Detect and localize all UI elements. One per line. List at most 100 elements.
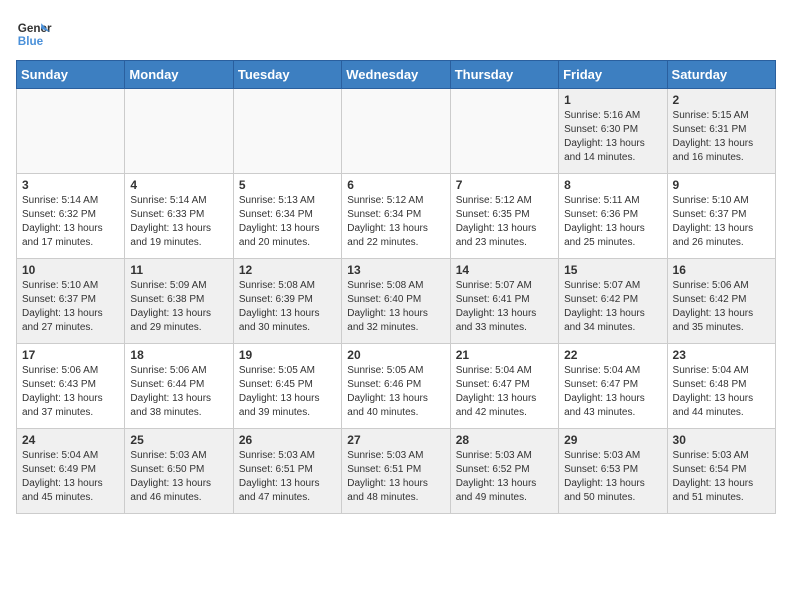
calendar-cell: 19 Sunrise: 5:05 AM Sunset: 6:45 PM Dayli… [233, 344, 341, 429]
day-info: Sunrise: 5:04 AM Sunset: 6:49 PM Dayligh… [22, 449, 119, 505]
day-info: Sunrise: 5:08 AM Sunset: 6:40 PM Dayligh… [347, 279, 444, 335]
day-info: Sunrise: 5:03 AM Sunset: 6:52 PM Dayligh… [456, 449, 553, 505]
header-friday: Friday [559, 61, 667, 89]
day-info: Sunrise: 5:16 AM Sunset: 6:30 PM Dayligh… [564, 109, 661, 165]
day-number: 12 [239, 263, 336, 277]
day-number: 3 [22, 178, 119, 192]
day-number: 13 [347, 263, 444, 277]
day-number: 5 [239, 178, 336, 192]
calendar-cell: 16Sunrise: 5:06 AM Sunset: 6:42 PM Dayli… [667, 259, 775, 344]
day-info: Sunrise: 5:11 AM Sunset: 6:36 PM Dayligh… [564, 194, 661, 250]
day-number: 15 [564, 263, 661, 277]
calendar-cell [17, 89, 125, 174]
calendar-cell: 27 Sunrise: 5:03 AM Sunset: 6:51 PM Dayli… [342, 429, 450, 514]
day-number: 7 [456, 178, 553, 192]
week-row-3: 10 Sunrise: 5:10 AM Sunset: 6:37 PM Dayli… [17, 259, 776, 344]
day-number: 28 [456, 433, 553, 447]
day-info: Sunrise: 5:06 AM Sunset: 6:43 PM Dayligh… [22, 364, 119, 420]
day-info: Sunrise: 5:03 AM Sunset: 6:50 PM Dayligh… [130, 449, 227, 505]
header-thursday: Thursday [450, 61, 558, 89]
calendar-cell: 17 Sunrise: 5:06 AM Sunset: 6:43 PM Dayli… [17, 344, 125, 429]
calendar-cell: 20Sunrise: 5:05 AM Sunset: 6:46 PM Dayli… [342, 344, 450, 429]
day-info: Sunrise: 5:14 AM Sunset: 6:32 PM Dayligh… [22, 194, 119, 250]
day-info: Sunrise: 5:12 AM Sunset: 6:34 PM Dayligh… [347, 194, 444, 250]
calendar-cell: 28 Sunrise: 5:03 AM Sunset: 6:52 PM Dayli… [450, 429, 558, 514]
day-number: 26 [239, 433, 336, 447]
day-info: Sunrise: 5:10 AM Sunset: 6:37 PM Dayligh… [22, 279, 119, 335]
calendar-cell: 22 Sunrise: 5:04 AM Sunset: 6:47 PM Dayli… [559, 344, 667, 429]
page-header: General Blue [16, 16, 776, 52]
day-info: Sunrise: 5:12 AM Sunset: 6:35 PM Dayligh… [456, 194, 553, 250]
calendar-cell [125, 89, 233, 174]
day-number: 20 [347, 348, 444, 362]
calendar-table: Sunday Monday Tuesday Wednesday Thursday… [16, 60, 776, 514]
day-info: Sunrise: 5:08 AM Sunset: 6:39 PM Dayligh… [239, 279, 336, 335]
day-info: Sunrise: 5:06 AM Sunset: 6:44 PM Dayligh… [130, 364, 227, 420]
day-info: Sunrise: 5:03 AM Sunset: 6:51 PM Dayligh… [347, 449, 444, 505]
calendar-cell: 9Sunrise: 5:10 AM Sunset: 6:37 PM Daylig… [667, 174, 775, 259]
calendar-cell: 12 Sunrise: 5:08 AM Sunset: 6:39 PM Dayli… [233, 259, 341, 344]
week-row-1: 1Sunrise: 5:16 AM Sunset: 6:30 PM Daylig… [17, 89, 776, 174]
day-number: 11 [130, 263, 227, 277]
svg-text:Blue: Blue [18, 35, 44, 48]
calendar-cell: 2Sunrise: 5:15 AM Sunset: 6:31 PM Daylig… [667, 89, 775, 174]
day-number: 27 [347, 433, 444, 447]
svg-text:General: General [18, 22, 52, 35]
day-info: Sunrise: 5:06 AM Sunset: 6:42 PM Dayligh… [673, 279, 770, 335]
day-number: 22 [564, 348, 661, 362]
header-tuesday: Tuesday [233, 61, 341, 89]
calendar-cell: 8Sunrise: 5:11 AM Sunset: 6:36 PM Daylig… [559, 174, 667, 259]
day-info: Sunrise: 5:04 AM Sunset: 6:47 PM Dayligh… [456, 364, 553, 420]
day-number: 4 [130, 178, 227, 192]
calendar-cell: 18 Sunrise: 5:06 AM Sunset: 6:44 PM Dayli… [125, 344, 233, 429]
calendar-cell: 7 Sunrise: 5:12 AM Sunset: 6:35 PM Daylig… [450, 174, 558, 259]
calendar-cell: 29 Sunrise: 5:03 AM Sunset: 6:53 PM Dayli… [559, 429, 667, 514]
calendar-cell [342, 89, 450, 174]
header-wednesday: Wednesday [342, 61, 450, 89]
header-saturday: Saturday [667, 61, 775, 89]
day-number: 29 [564, 433, 661, 447]
calendar-header: Sunday Monday Tuesday Wednesday Thursday… [17, 61, 776, 89]
day-info: Sunrise: 5:04 AM Sunset: 6:48 PM Dayligh… [673, 364, 770, 420]
calendar-cell: 4 Sunrise: 5:14 AM Sunset: 6:33 PM Daylig… [125, 174, 233, 259]
header-row: Sunday Monday Tuesday Wednesday Thursday… [17, 61, 776, 89]
day-number: 21 [456, 348, 553, 362]
calendar-cell: 10 Sunrise: 5:10 AM Sunset: 6:37 PM Dayli… [17, 259, 125, 344]
day-info: Sunrise: 5:09 AM Sunset: 6:38 PM Dayligh… [130, 279, 227, 335]
calendar-cell: 24 Sunrise: 5:04 AM Sunset: 6:49 PM Dayli… [17, 429, 125, 514]
day-number: 10 [22, 263, 119, 277]
calendar-body: 1Sunrise: 5:16 AM Sunset: 6:30 PM Daylig… [17, 89, 776, 514]
calendar-cell: 30 Sunrise: 5:03 AM Sunset: 6:54 PM Dayli… [667, 429, 775, 514]
day-info: Sunrise: 5:07 AM Sunset: 6:42 PM Dayligh… [564, 279, 661, 335]
day-info: Sunrise: 5:14 AM Sunset: 6:33 PM Dayligh… [130, 194, 227, 250]
calendar-cell [450, 89, 558, 174]
header-sunday: Sunday [17, 61, 125, 89]
header-monday: Monday [125, 61, 233, 89]
day-number: 9 [673, 178, 770, 192]
day-number: 23 [673, 348, 770, 362]
calendar-cell: 11 Sunrise: 5:09 AM Sunset: 6:38 PM Dayli… [125, 259, 233, 344]
calendar-cell: 25Sunrise: 5:03 AM Sunset: 6:50 PM Dayli… [125, 429, 233, 514]
calendar-cell [233, 89, 341, 174]
calendar-cell: 23 Sunrise: 5:04 AM Sunset: 6:48 PM Dayli… [667, 344, 775, 429]
day-number: 18 [130, 348, 227, 362]
logo-icon: General Blue [16, 16, 52, 52]
day-number: 17 [22, 348, 119, 362]
day-number: 24 [22, 433, 119, 447]
calendar-cell: 13 Sunrise: 5:08 AM Sunset: 6:40 PM Dayli… [342, 259, 450, 344]
day-info: Sunrise: 5:05 AM Sunset: 6:45 PM Dayligh… [239, 364, 336, 420]
calendar-cell: 1Sunrise: 5:16 AM Sunset: 6:30 PM Daylig… [559, 89, 667, 174]
calendar-cell: 21 Sunrise: 5:04 AM Sunset: 6:47 PM Dayli… [450, 344, 558, 429]
calendar-cell: 3 Sunrise: 5:14 AM Sunset: 6:32 PM Daylig… [17, 174, 125, 259]
week-row-2: 3 Sunrise: 5:14 AM Sunset: 6:32 PM Daylig… [17, 174, 776, 259]
day-number: 6 [347, 178, 444, 192]
day-info: Sunrise: 5:04 AM Sunset: 6:47 PM Dayligh… [564, 364, 661, 420]
day-number: 19 [239, 348, 336, 362]
calendar-cell: 14Sunrise: 5:07 AM Sunset: 6:41 PM Dayli… [450, 259, 558, 344]
day-info: Sunrise: 5:03 AM Sunset: 6:53 PM Dayligh… [564, 449, 661, 505]
logo: General Blue [16, 16, 52, 52]
day-info: Sunrise: 5:03 AM Sunset: 6:54 PM Dayligh… [673, 449, 770, 505]
day-number: 2 [673, 93, 770, 107]
day-info: Sunrise: 5:13 AM Sunset: 6:34 PM Dayligh… [239, 194, 336, 250]
day-number: 30 [673, 433, 770, 447]
